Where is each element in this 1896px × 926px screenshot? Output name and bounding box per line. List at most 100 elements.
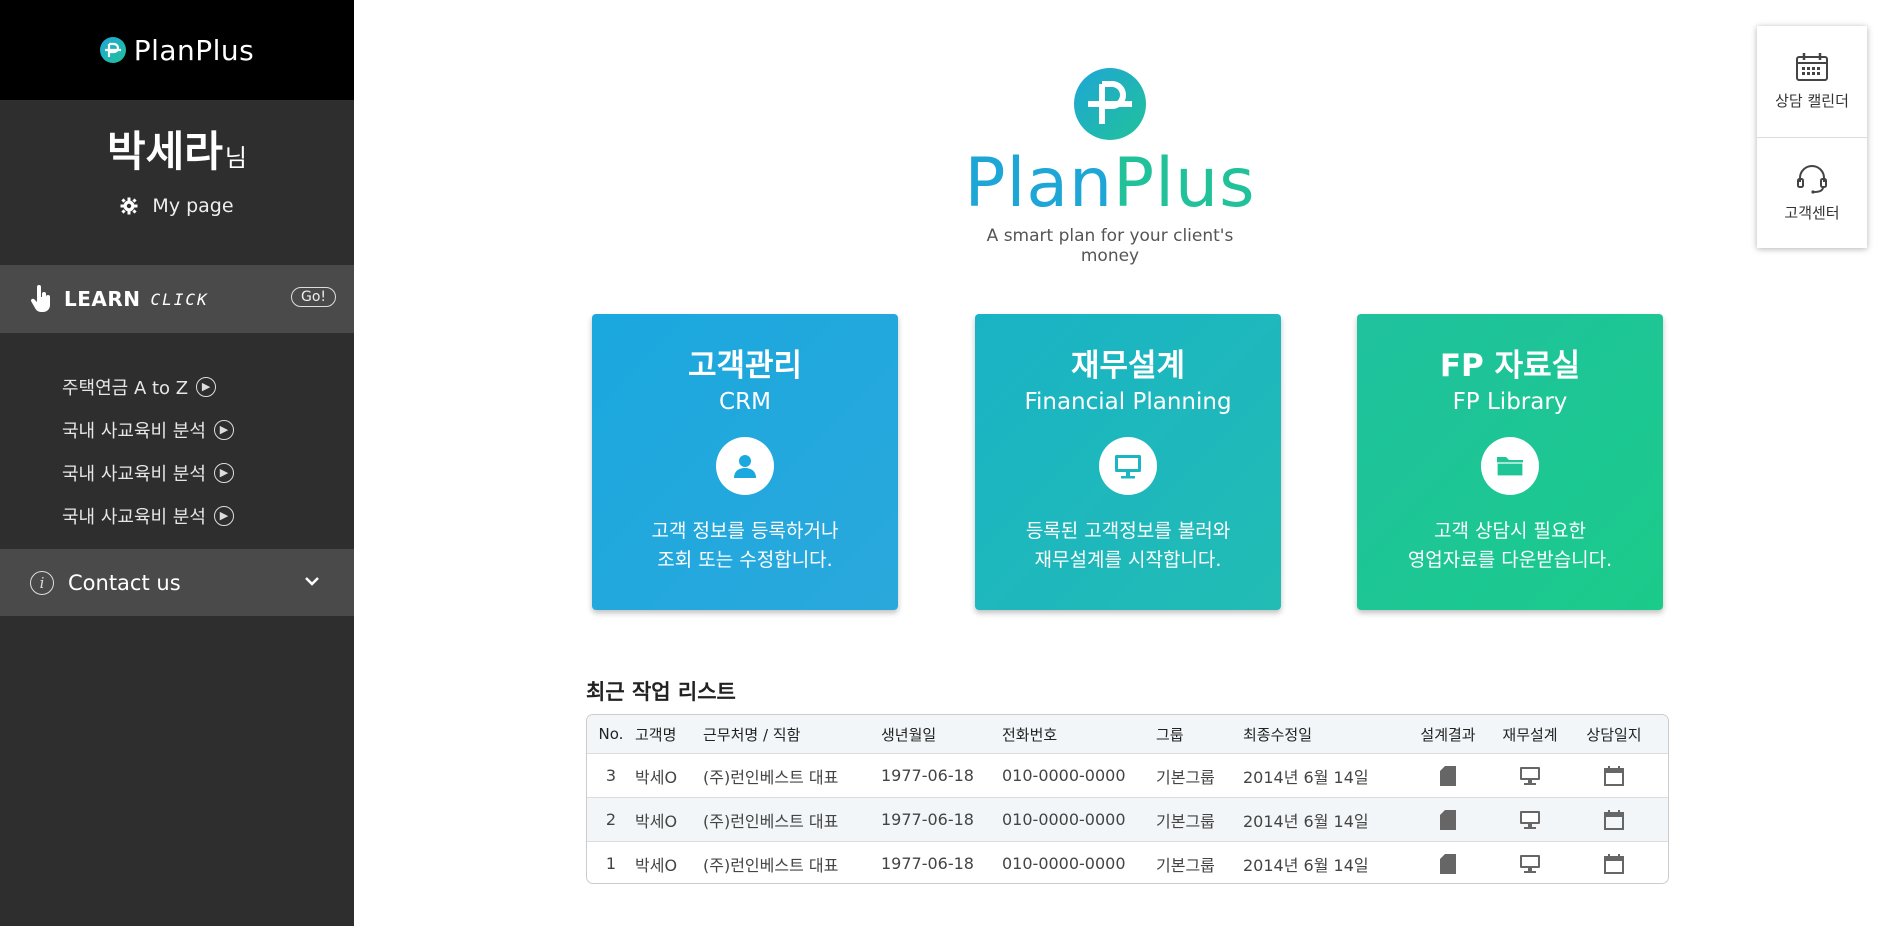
card-icon-circle <box>716 437 774 495</box>
card-title: FP 자료실 <box>1439 348 1581 384</box>
card-desc-line1: 고객 상담시 필요한 <box>1434 520 1586 542</box>
card-subtitle: CRM <box>719 389 771 415</box>
col-group: 그룹 <box>1156 725 1184 744</box>
user-name-suffix: 님 <box>224 144 247 172</box>
cell-no: 1 <box>605 854 617 873</box>
cell-birth: 1977-06-18 <box>881 854 974 873</box>
sidebar-logo[interactable]: PlanPlus <box>0 0 354 100</box>
card-desc-line2: 재무설계를 시작합니다. <box>1034 549 1222 571</box>
learn-click-banner[interactable]: LEARN CLICK Go! <box>0 265 354 333</box>
cell-group: 기본그룹 <box>1156 811 1215 831</box>
result-doc-button[interactable] <box>1406 853 1490 874</box>
col-birth: 생년월일 <box>881 725 937 744</box>
card-icon-circle <box>1099 437 1157 495</box>
cell-modified: 2014년 6월 14일 <box>1243 855 1369 875</box>
plan-monitor-button[interactable] <box>1490 765 1570 786</box>
cell-modified: 2014년 6월 14일 <box>1243 767 1369 787</box>
learn-link-4[interactable]: 국내 사교육비 분석 ▶ <box>62 494 354 537</box>
user-icon <box>734 455 756 478</box>
col-name: 고객명 <box>635 725 677 744</box>
pointer-hand-icon <box>30 285 50 312</box>
table-row[interactable]: 2 박세O (주)런인베스트 대표 1977-06-18 010-0000-00… <box>587 797 1668 841</box>
support-button[interactable]: 고객센터 <box>1757 137 1867 248</box>
col-result: 설계결과 <box>1420 725 1476 744</box>
col-log: 상담일지 <box>1586 725 1642 744</box>
fp-library-card[interactable]: FP 자료실 FP Library 고객 상담시 필요한 영업자료를 다운받습니… <box>1357 314 1663 610</box>
mypage-link[interactable]: My page <box>120 195 234 217</box>
brand-wordmark: PlanPlus <box>960 144 1260 224</box>
sidebar-logo-text: PlanPlus <box>133 33 255 67</box>
calendar-button[interactable]: 상담 캘린더 <box>1757 26 1867 137</box>
planplus-logo-icon <box>99 37 126 63</box>
arrow-right-circle-icon: ▶ <box>213 462 234 483</box>
card-description: 등록된 고객정보를 불러와 재무설계를 시작합니다. <box>975 517 1281 575</box>
card-title: 재무설계 <box>1070 348 1186 384</box>
document-icon <box>1440 853 1456 874</box>
table-header: No. 고객명 근무처명 / 직함 생년월일 전화번호 그룹 최종수정일 설계결… <box>587 715 1668 753</box>
col-plan: 재무설계 <box>1502 725 1558 744</box>
log-calendar-button[interactable] <box>1570 809 1658 830</box>
cell-name: 박세O <box>635 767 678 787</box>
learn-link-label: 국내 사교육비 분석 <box>62 463 206 485</box>
arrow-right-circle-icon: ▶ <box>196 376 217 397</box>
quick-panel: 상담 캘린더 고객센터 <box>1757 26 1867 248</box>
calendar-label: 상담 캘린더 <box>1775 92 1849 110</box>
headset-icon <box>1797 164 1827 194</box>
card-desc-line1: 고객 정보를 등록하거나 <box>651 520 839 542</box>
monitor-icon <box>1115 455 1141 479</box>
learn-links: 주택연금 A to Z ▶ 국내 사교육비 분석 ▶ 국내 사교육비 분석 ▶ 국내 … <box>0 333 354 549</box>
card-desc-line2: 영업자료를 다운받습니다. <box>1407 549 1613 571</box>
learn-click-label: CLICK <box>150 289 209 309</box>
table-row[interactable]: 3 박세O (주)런인베스트 대표 1977-06-18 010-0000-00… <box>587 753 1668 797</box>
planplus-logo-icon <box>1074 68 1146 140</box>
go-button[interactable]: Go! <box>290 287 336 307</box>
contact-us-toggle[interactable]: i Contact us <box>0 549 354 616</box>
folder-icon <box>1496 457 1524 477</box>
col-phone: 전화번호 <box>1002 725 1058 744</box>
card-description: 고객 상담시 필요한 영업자료를 다운받습니다. <box>1357 517 1663 575</box>
calendar-icon <box>1796 53 1828 81</box>
cell-name: 박세O <box>635 811 678 831</box>
cell-company: (주)런인베스트 대표 <box>703 855 839 875</box>
col-company: 근무처명 / 직함 <box>703 725 801 744</box>
card-desc-line2: 조회 또는 수정합니다. <box>657 549 833 571</box>
cell-phone: 010-0000-0000 <box>1002 766 1126 785</box>
recent-list-title: 최근 작업 리스트 <box>586 680 736 704</box>
card-title: 고객관리 <box>687 348 803 384</box>
card-desc-line1: 등록된 고객정보를 불러와 <box>1025 520 1231 542</box>
user-block: 박세라님 My page <box>0 100 354 265</box>
crm-card[interactable]: 고객관리 CRM 고객 정보를 등록하거나 조회 또는 수정합니다. <box>592 314 898 610</box>
log-calendar-button[interactable] <box>1570 765 1658 786</box>
learn-link-label: 국내 사교육비 분석 <box>62 420 206 442</box>
monitor-icon <box>1520 766 1540 785</box>
cell-no: 3 <box>605 766 617 785</box>
recent-table: No. 고객명 근무처명 / 직함 생년월일 전화번호 그룹 최종수정일 설계결… <box>586 714 1669 884</box>
monitor-icon <box>1520 854 1540 873</box>
plan-monitor-button[interactable] <box>1490 809 1570 830</box>
cell-group: 기본그룹 <box>1156 767 1215 787</box>
card-description: 고객 정보를 등록하거나 조회 또는 수정합니다. <box>592 517 898 575</box>
log-calendar-button[interactable] <box>1570 853 1658 874</box>
monitor-icon <box>1520 810 1540 829</box>
brand-word-plus: Plus <box>1113 144 1256 223</box>
mypage-label: My page <box>152 195 234 217</box>
learn-link-1[interactable]: 주택연금 A to Z ▶ <box>62 365 354 408</box>
cell-birth: 1977-06-18 <box>881 766 974 785</box>
learn-link-label: 주택연금 A to Z <box>62 377 189 399</box>
plan-monitor-button[interactable] <box>1490 853 1570 874</box>
cell-birth: 1977-06-18 <box>881 810 974 829</box>
user-name: 박세라님 <box>107 118 247 179</box>
gear-icon <box>120 197 138 215</box>
result-doc-button[interactable] <box>1406 809 1490 830</box>
sidebar: PlanPlus 박세라님 My page LEARN CLICK Go! 주택… <box>0 0 354 926</box>
learn-label: LEARN <box>64 287 141 311</box>
cell-phone: 010-0000-0000 <box>1002 854 1126 873</box>
calendar-icon <box>1604 765 1624 786</box>
learn-link-3[interactable]: 국내 사교육비 분석 ▶ <box>62 451 354 494</box>
result-doc-button[interactable] <box>1406 765 1490 786</box>
learn-link-2[interactable]: 국내 사교육비 분석 ▶ <box>62 408 354 451</box>
table-row[interactable]: 1 박세O (주)런인베스트 대표 1977-06-18 010-0000-00… <box>587 841 1668 883</box>
document-icon <box>1440 765 1456 786</box>
brand-tagline: A smart plan for your client's money <box>986 226 1234 266</box>
financial-planning-card[interactable]: 재무설계 Financial Planning 등록된 고객정보를 불러와 재무… <box>975 314 1281 610</box>
